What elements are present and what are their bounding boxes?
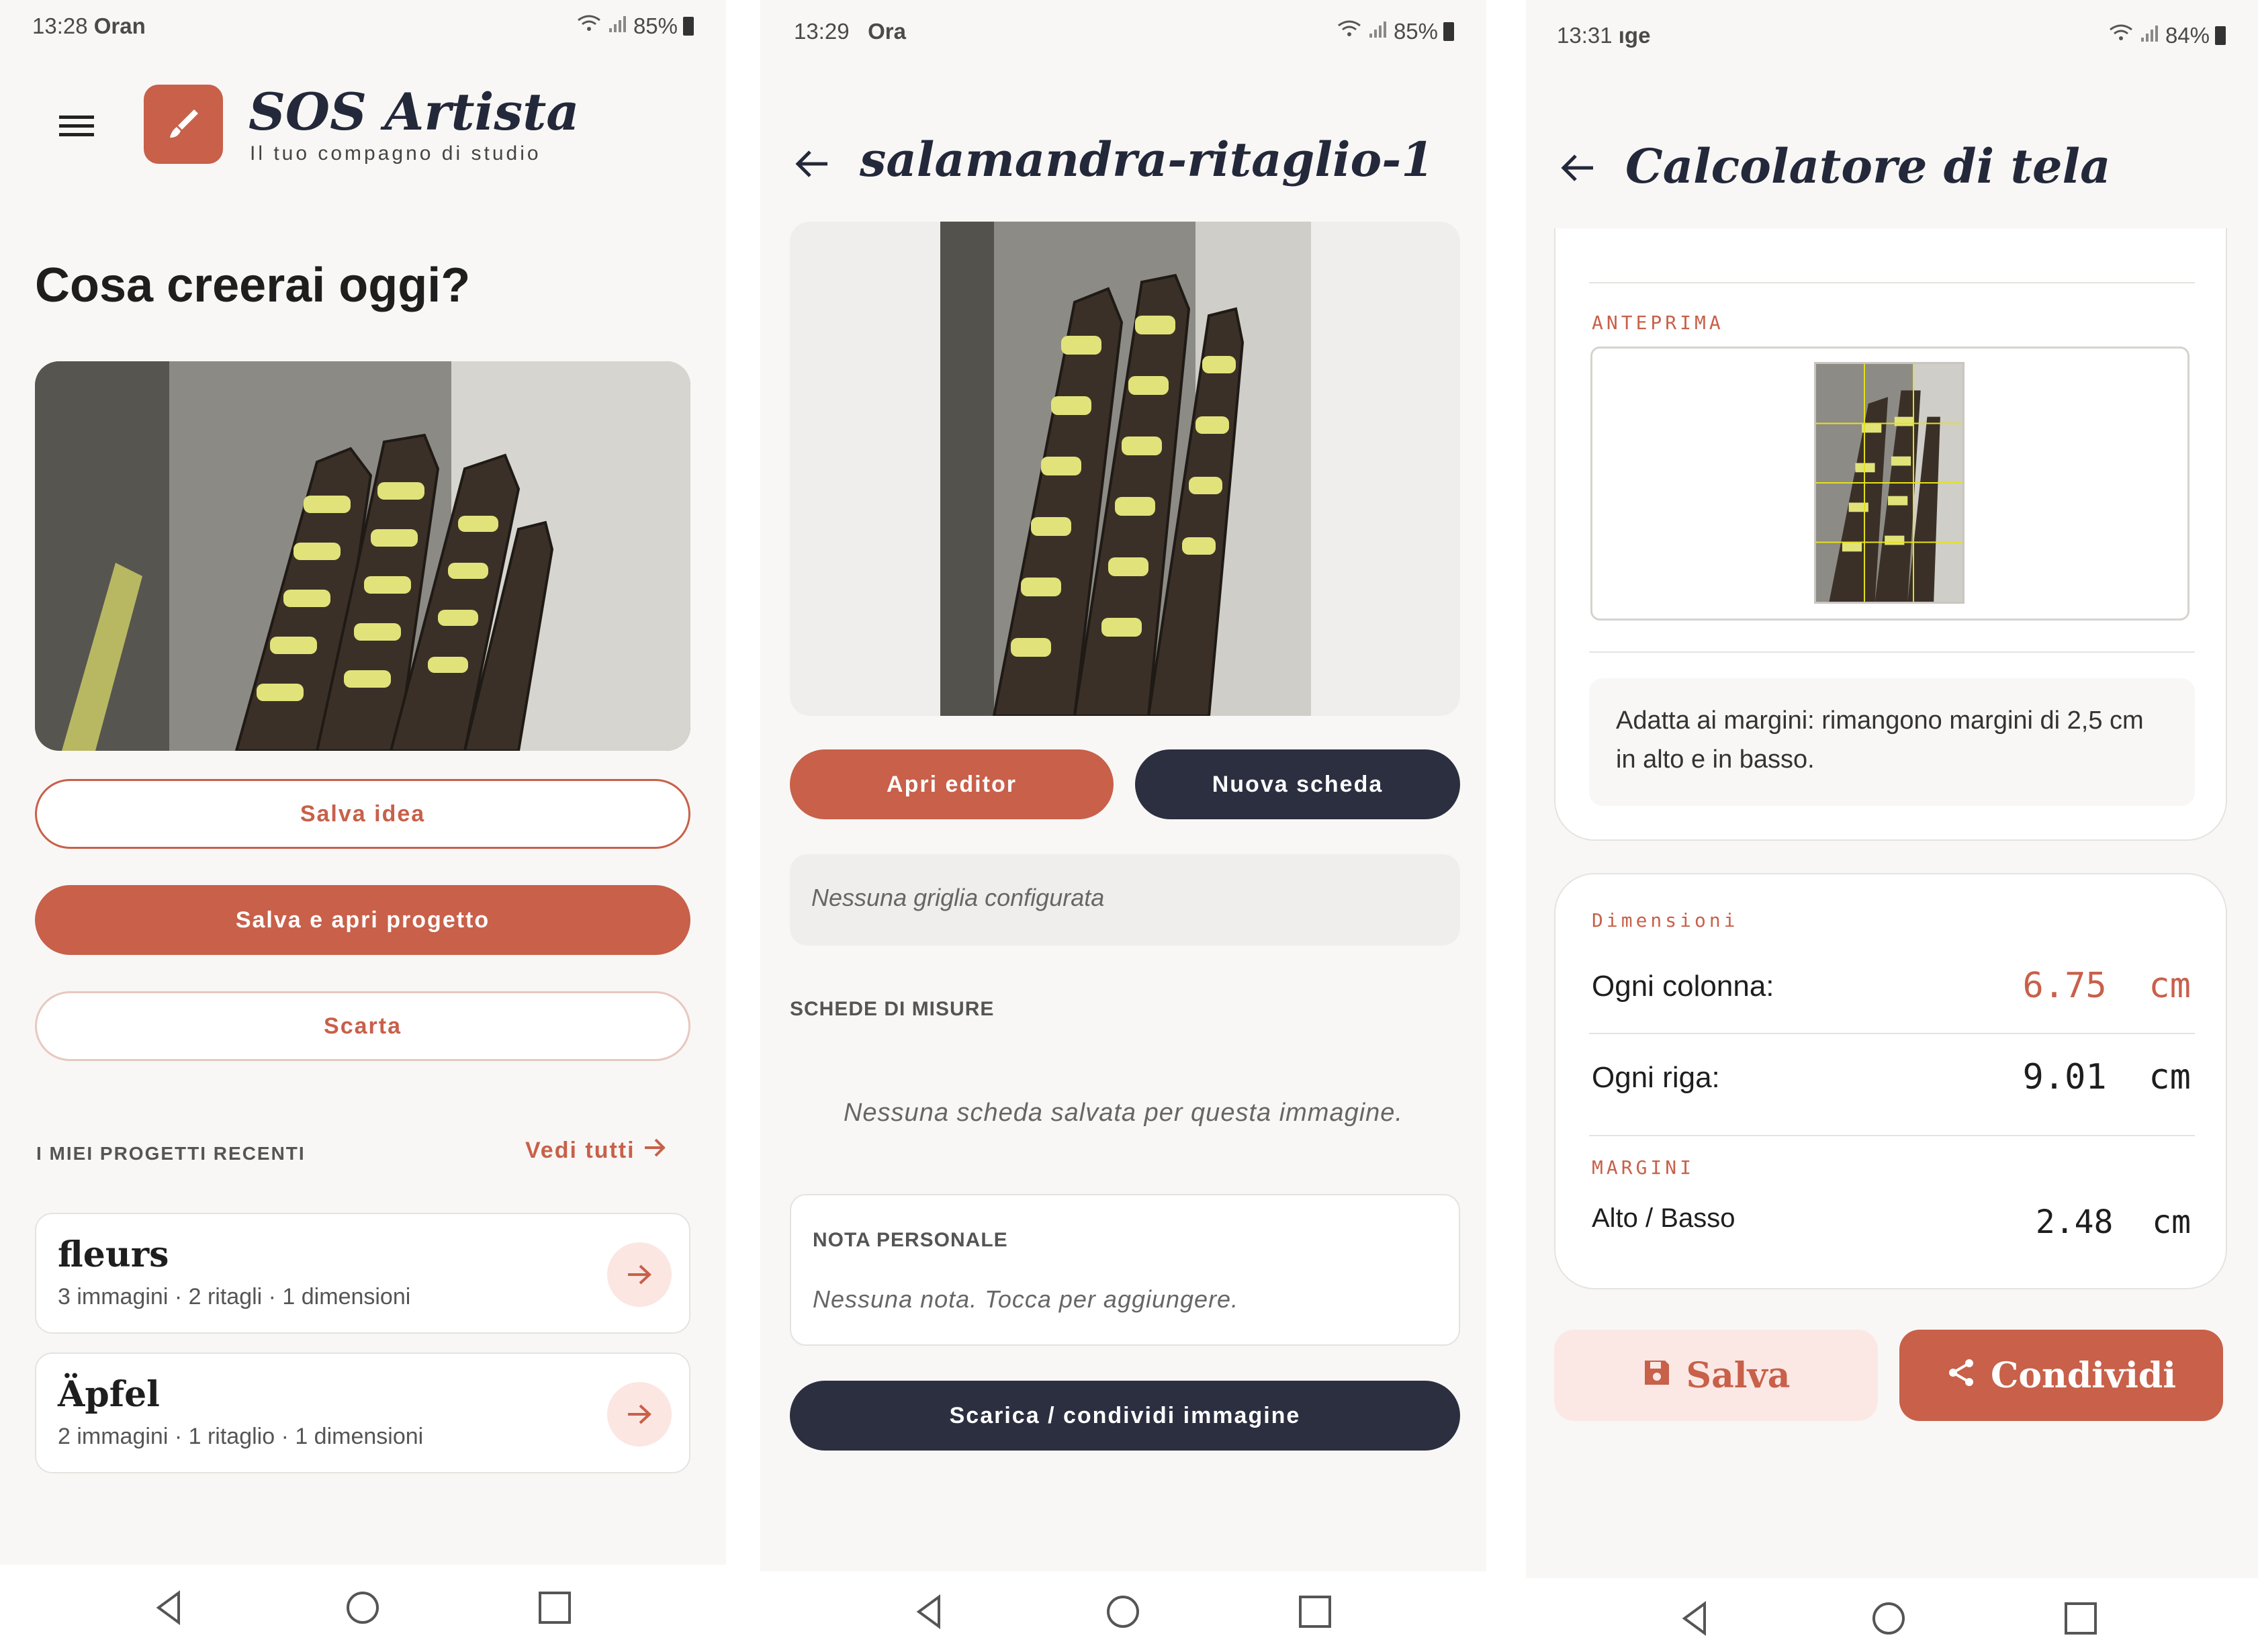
column-label: Ogni colonna: (1592, 970, 1774, 1003)
battery-icon (2215, 26, 2226, 45)
battery-percent: 85% (1393, 19, 1438, 44)
project-card[interactable]: fleurs 3 immagini · 2 ritagli · 1 dimens… (35, 1213, 690, 1334)
screen-canvas-calculator: 13:31 ıge 84% Calcolatore di tela ANTEPR… (1526, 0, 2258, 1652)
discard-button[interactable]: Scarta (35, 991, 690, 1061)
battery-percent: 85% (633, 13, 678, 38)
system-nav-bar (760, 1571, 1486, 1652)
share-icon (1946, 1355, 1976, 1396)
note-placeholder: Nessuna nota. Tocca per aggiungere. (813, 1285, 1239, 1313)
margins-label: MARGINI (1592, 1156, 1695, 1179)
save-idea-button[interactable]: Salva idea (35, 779, 690, 849)
fit-message-box: Adatta ai margini: rimangono margini di … (1589, 678, 2195, 806)
status-time: 13:28 Oran (32, 13, 146, 38)
status-bar: 13:28 Oran 85% (0, 0, 726, 54)
nav-back-icon[interactable] (1675, 1598, 1715, 1639)
sheets-section-label: SCHEDE DI MISURE (790, 998, 995, 1020)
project-name: fleurs (58, 1234, 169, 1275)
signal-icon (608, 13, 628, 39)
preview-label: ANTEPRIMA (1592, 312, 1724, 334)
margin-label: Alto / Basso (1592, 1203, 1735, 1233)
canvas-grid-preview[interactable] (1814, 362, 1965, 604)
row-value: 9.01 cm (2022, 1057, 2191, 1097)
app-subtitle: Il tuo compagno di studio (250, 142, 541, 165)
recent-projects-label: I MIEI PROGETTI RECENTI (36, 1143, 306, 1164)
divider (1589, 1033, 2195, 1034)
nav-back-icon[interactable] (149, 1588, 189, 1628)
nav-home-icon[interactable] (343, 1588, 383, 1628)
column-value: 6.75 cm (2022, 966, 2191, 1006)
system-nav-bar (1526, 1578, 2258, 1652)
row-label: Ogni riga: (1592, 1061, 1720, 1094)
open-editor-button[interactable]: Apri editor (790, 749, 1114, 819)
arrow-right-icon (643, 1138, 666, 1164)
wifi-icon (1336, 19, 1363, 44)
nav-recents-icon[interactable] (535, 1588, 575, 1628)
fit-message-text: Adatta ai margini: rimangono margini di … (1616, 706, 2144, 774)
status-bar: 13:29 Ora 85% (760, 0, 1486, 54)
save-open-project-button[interactable]: Salva e apri progetto (35, 885, 690, 955)
system-nav-bar (0, 1565, 726, 1652)
page-title: Calcolatore di tela (1625, 138, 2111, 194)
brush-icon (165, 104, 202, 145)
dimensions-label: Dimensioni (1592, 909, 1739, 931)
grid-placeholder-text: Nessuna griglia configurata (811, 884, 1105, 911)
see-all-label: Vedi tutti (525, 1138, 635, 1163)
app-logo (144, 85, 223, 164)
dimensions-card: Dimensioni Ogni colonna: 6.75 cm Ogni ri… (1554, 873, 2227, 1289)
back-arrow-icon[interactable] (794, 149, 829, 182)
nav-home-icon[interactable] (1868, 1598, 1909, 1639)
menu-icon[interactable] (59, 113, 97, 140)
status-right: 85% (576, 13, 694, 39)
project-meta: 3 immagini · 2 ritagli · 1 dimensioni (58, 1284, 411, 1310)
personal-note-card[interactable]: NOTA PERSONALE Nessuna nota. Tocca per a… (790, 1194, 1460, 1346)
project-card[interactable]: Äpfel 2 immagini · 1 ritaglio · 1 dimens… (35, 1352, 690, 1473)
status-time: 13:29 Ora (794, 19, 906, 44)
app-title: SOS Artista (249, 82, 580, 142)
open-project-arrow-icon[interactable] (607, 1382, 672, 1447)
status-right: 85% (1336, 19, 1454, 44)
battery-icon (1443, 22, 1454, 41)
wifi-icon (576, 13, 602, 39)
screen-home: 13:28 Oran 85% SOS Artista Il tuo compag… (0, 0, 726, 1652)
divider (1589, 282, 2195, 283)
divider (1589, 651, 2195, 653)
margin-value: 2.48 cm (2035, 1203, 2191, 1241)
save-button[interactable]: Salva (1554, 1330, 1878, 1421)
project-meta: 2 immagini · 1 ritaglio · 1 dimensioni (58, 1424, 424, 1449)
note-label: NOTA PERSONALE (813, 1229, 1008, 1251)
status-bar: 13:31 ıge 84% (1526, 0, 2258, 54)
share-button[interactable]: Condividi (1899, 1330, 2223, 1421)
preview-frame (1590, 347, 2189, 621)
grid-config-field[interactable]: Nessuna griglia configurata (790, 854, 1460, 946)
image-preview-panel (790, 222, 1460, 716)
see-all-link[interactable]: Vedi tutti (525, 1138, 666, 1164)
save-disk-icon (1642, 1355, 1672, 1396)
nav-recents-icon[interactable] (2061, 1598, 2101, 1639)
inspiration-image[interactable] (35, 361, 690, 751)
preview-card: ANTEPRIMA Adatta ai margini: rimangono m… (1554, 228, 2227, 841)
back-arrow-icon[interactable] (1560, 153, 1594, 186)
status-right: 84% (2108, 23, 2226, 48)
save-label: Salva (1686, 1355, 1791, 1396)
signal-icon (1368, 19, 1388, 44)
signal-icon (2140, 23, 2160, 48)
sheets-empty-text: Nessuna scheda salvata per questa immagi… (843, 1099, 1403, 1127)
new-sheet-button[interactable]: Nuova scheda (1135, 749, 1460, 819)
divider (1589, 1135, 2195, 1136)
share-label: Condividi (1990, 1355, 2177, 1396)
page-title: salamandra-ritaglio-1 (860, 132, 1435, 187)
cropped-image[interactable] (940, 222, 1311, 716)
battery-percent: 84% (2165, 23, 2210, 48)
project-name: Äpfel (58, 1374, 160, 1415)
page-heading: Cosa creerai oggi? (35, 259, 471, 312)
wifi-icon (2108, 23, 2134, 48)
screen-crop-detail: 13:29 Ora 85% salamandra-ritaglio-1 Apri… (760, 0, 1486, 1652)
status-time: 13:31 ıge (1557, 23, 1651, 48)
download-share-button[interactable]: Scarica / condividi immagine (790, 1381, 1460, 1451)
open-project-arrow-icon[interactable] (607, 1242, 672, 1307)
nav-recents-icon[interactable] (1295, 1592, 1335, 1632)
nav-back-icon[interactable] (909, 1592, 950, 1632)
nav-home-icon[interactable] (1103, 1592, 1143, 1632)
battery-icon (683, 17, 694, 36)
